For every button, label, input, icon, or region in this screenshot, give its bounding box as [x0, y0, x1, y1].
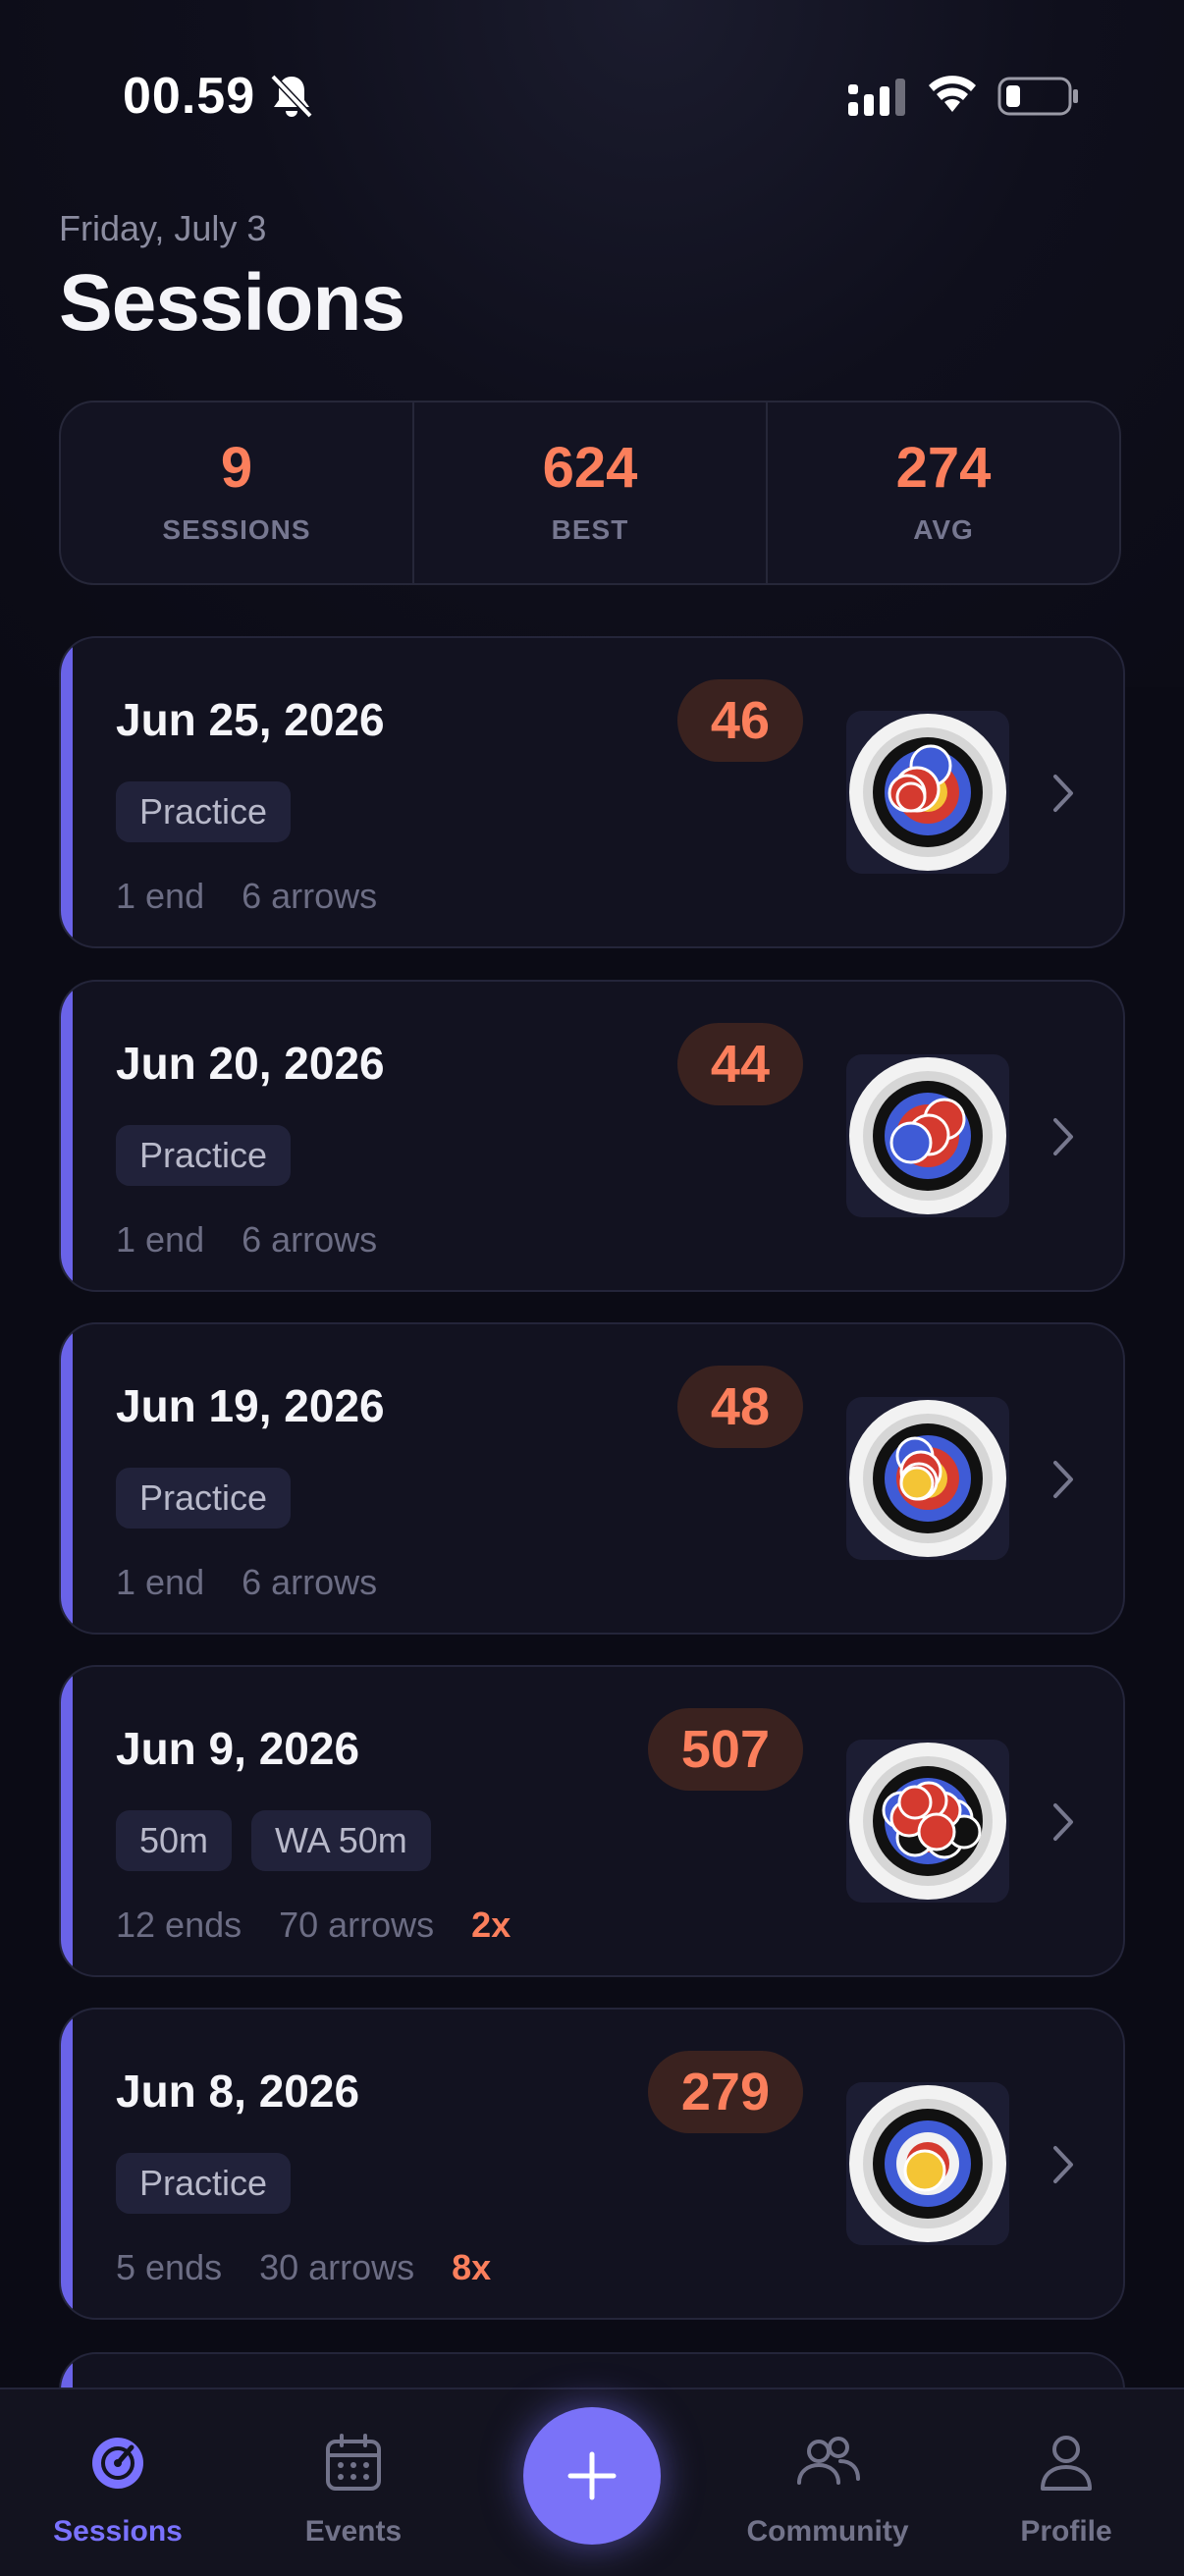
tab-profile[interactable]: Profile [948, 2429, 1184, 2549]
session-arrows: 30 arrows [259, 2247, 415, 2287]
status-time: 00.59 [123, 68, 256, 125]
session-card[interactable]: Jun 20, 2026 44 Practice 1 end 6 arrows [59, 980, 1125, 1292]
target-thumbnail [846, 711, 1009, 874]
session-ends: 1 end [116, 876, 205, 916]
session-card[interactable]: Jun 8, 2026 279 Practice 5 ends 30 arrow… [59, 2008, 1125, 2320]
session-tag: Practice [116, 781, 292, 842]
session-score-badge: 507 [647, 1708, 803, 1791]
session-arrows: 6 arrows [242, 1219, 378, 1260]
tab-label: Events [304, 2515, 403, 2548]
target-thumbnail [846, 1740, 1009, 1903]
session-arrows: 6 arrows [242, 876, 378, 916]
community-people-icon [797, 2437, 860, 2485]
status-bar: 00.59 [0, 0, 1184, 196]
calendar-icon [326, 2434, 381, 2491]
session-meta: 1 end 6 arrows [116, 1562, 377, 1603]
session-arrows: 6 arrows [242, 1562, 378, 1602]
session-tag: Practice [116, 1468, 292, 1529]
session-multiplier: 2x [471, 1905, 511, 1945]
wifi-icon [929, 76, 976, 112]
chevron-right-icon [1053, 1461, 1073, 1498]
battery-icon [997, 77, 1078, 116]
card-accent-bar [61, 2010, 73, 2318]
session-tags: Practice [116, 1468, 292, 1529]
card-accent-bar [61, 982, 73, 1290]
tab-label: Profile [1020, 2515, 1112, 2548]
bell-muted-icon [270, 74, 313, 119]
tab-sessions[interactable]: Sessions [0, 2429, 236, 2549]
target-face-icon [849, 1057, 1006, 1214]
stat-avg: 274 AVG [766, 402, 1119, 583]
session-tags: Practice [116, 1125, 292, 1186]
session-tag: 50m [116, 1810, 233, 1871]
card-accent-bar [61, 1324, 73, 1633]
target-face-icon [849, 1743, 1006, 1900]
session-date: Jun 25, 2026 [116, 694, 385, 745]
session-score-badge: 279 [647, 2051, 803, 2133]
add-session-button[interactable] [523, 2407, 661, 2545]
session-score-badge: 44 [676, 1023, 803, 1105]
session-date: Jun 8, 2026 [116, 2066, 360, 2117]
profile-person-icon [1041, 2436, 1092, 2491]
sessions-target-icon [92, 2438, 143, 2489]
stat-label: SESSIONS [162, 514, 311, 545]
stat-best: 624 BEST [412, 402, 766, 583]
page-title: Sessions [59, 258, 405, 348]
session-tags: Practice [116, 781, 292, 842]
session-meta: 1 end 6 arrows [116, 876, 377, 917]
target-face-icon [849, 714, 1006, 871]
target-thumbnail [846, 2082, 1009, 2245]
chevron-right-icon [1053, 2146, 1073, 2183]
cellular-signal-icon [848, 79, 905, 116]
session-tags: Practice [116, 2153, 292, 2214]
target-thumbnail [846, 1054, 1009, 1217]
session-date: Jun 20, 2026 [116, 1038, 385, 1089]
session-date: Jun 19, 2026 [116, 1380, 385, 1431]
chevron-right-icon [1053, 1118, 1073, 1155]
session-meta: 5 ends 30 arrows 8x [116, 2247, 491, 2288]
session-tag: Practice [116, 1125, 292, 1186]
chevron-right-icon [1053, 775, 1073, 812]
session-arrows: 70 arrows [279, 1905, 435, 1945]
session-tags: 50m WA 50m [116, 1810, 431, 1871]
session-meta: 1 end 6 arrows [116, 1219, 377, 1261]
session-tag: Practice [116, 2153, 292, 2214]
card-accent-bar [61, 1667, 73, 1975]
tab-label: Community [746, 2515, 909, 2548]
header-date: Friday, July 3 [59, 208, 267, 248]
stats-summary: 9 SESSIONS 624 BEST 274 AVG [59, 401, 1121, 585]
tab-bar: Sessions Events Community Profile [0, 2388, 1184, 2576]
stat-label: BEST [551, 514, 629, 545]
session-score-badge: 48 [676, 1366, 803, 1448]
chevron-right-icon [1053, 1803, 1073, 1841]
stat-value: 624 [542, 436, 638, 500]
session-multiplier: 8x [452, 2247, 492, 2287]
session-card[interactable]: Jun 19, 2026 48 Practice 1 end 6 arrows [59, 1322, 1125, 1635]
tab-label: Sessions [53, 2515, 183, 2548]
session-ends: 1 end [116, 1219, 205, 1260]
session-meta: 12 ends 70 arrows 2x [116, 1905, 511, 1946]
session-ends: 12 ends [116, 1905, 242, 1945]
card-accent-bar [61, 638, 73, 946]
session-card[interactable]: Jun 9, 2026 507 50m WA 50m 12 ends 70 ar… [59, 1665, 1125, 1977]
target-face-icon [849, 2085, 1006, 2242]
target-face-icon [849, 1400, 1006, 1557]
tab-events[interactable]: Events [236, 2429, 471, 2549]
session-score-badge: 46 [676, 679, 803, 762]
session-ends: 5 ends [116, 2247, 223, 2287]
session-tag: WA 50m [251, 1810, 431, 1871]
plus-icon [567, 2451, 617, 2500]
stat-value: 274 [895, 436, 992, 500]
tab-community[interactable]: Community [710, 2429, 945, 2549]
stat-value: 9 [220, 436, 253, 500]
session-card[interactable]: Jun 25, 2026 46 Practice 1 end 6 arrows [59, 636, 1125, 948]
session-ends: 1 end [116, 1562, 205, 1602]
session-date: Jun 9, 2026 [116, 1723, 360, 1774]
stat-sessions: 9 SESSIONS [61, 402, 412, 583]
target-thumbnail [846, 1397, 1009, 1560]
stat-label: AVG [913, 514, 974, 545]
